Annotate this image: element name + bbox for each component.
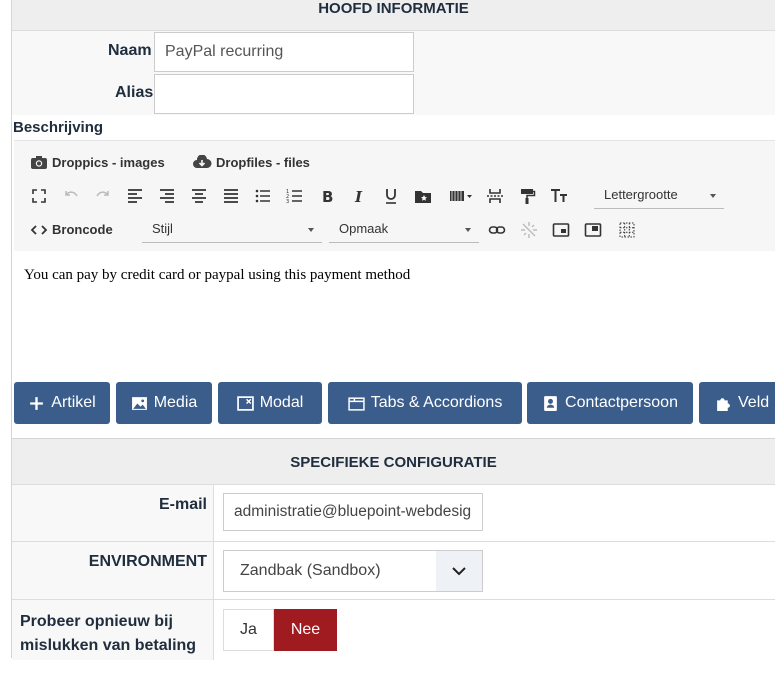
field-label: Veld <box>738 394 770 411</box>
name-input[interactable] <box>154 32 414 72</box>
email-label: E-mail <box>158 496 207 513</box>
name-label: Naam <box>108 42 152 59</box>
source-code-label: Broncode <box>52 222 113 237</box>
toggle-no-button[interactable]: Nee <box>274 609 337 651</box>
section-title: SPECIFIEKE CONFIGURATIE <box>290 454 497 471</box>
retry-row: Probeer opnieuw bij mislukken van betali… <box>12 600 775 660</box>
chevron-down-icon <box>710 194 716 198</box>
style-select[interactable]: Stijl <box>142 217 322 243</box>
section-header-specific-config: SPECIFIEKE CONFIGURATIE <box>12 439 775 485</box>
chevron-down-icon <box>436 551 482 591</box>
contact-label: Contactpersoon <box>565 394 678 411</box>
environment-label: ENVIRONMENT <box>88 553 207 570</box>
style-placeholder: Stijl <box>152 221 173 236</box>
droppics-label: Droppics - images <box>52 155 165 170</box>
contact-button[interactable]: Contactpersoon <box>527 382 693 424</box>
media-label: Media <box>153 394 198 411</box>
description-label: Beschrijving <box>13 119 104 136</box>
email-row: E-mail <box>12 485 775 542</box>
editor-toolbar: Droppics - images Dropfiles - files 1 2 … <box>14 141 775 251</box>
numbered-list-icon[interactable]: 123 <box>284 185 306 207</box>
modal-window-icon <box>236 395 254 411</box>
table-icon[interactable] <box>616 219 638 241</box>
chevron-down-icon <box>308 228 314 232</box>
alias-label: Alias <box>115 84 154 101</box>
page: HOOFD INFORMATIE Naam Alias Beschrijving… <box>0 0 775 677</box>
fullscreen-icon[interactable] <box>28 185 50 207</box>
camera-icon <box>31 156 47 169</box>
format-select[interactable]: Opmaak <box>329 217 479 243</box>
retry-label-line1: Probeer opnieuw bij <box>20 613 173 630</box>
svg-text:B: B <box>322 188 333 205</box>
section-title: HOOFD INFORMATIE <box>318 0 469 17</box>
plus-icon <box>30 396 44 410</box>
contact-card-icon <box>544 395 557 411</box>
unlink-icon[interactable] <box>518 219 540 241</box>
folder-star-icon[interactable] <box>412 185 434 207</box>
rich-text-editor: Droppics - images Dropfiles - files 1 2 … <box>14 140 775 352</box>
code-icon <box>30 224 48 235</box>
italic-icon[interactable]: I <box>348 185 370 207</box>
environment-select[interactable]: Zandbak (Sandbox) <box>223 550 483 592</box>
modal-label: Modal <box>259 394 304 411</box>
align-right-icon[interactable] <box>156 185 178 207</box>
font-size-placeholder: Lettergrootte <box>604 187 678 202</box>
image-icon <box>131 396 147 410</box>
retry-toggle: Ja Nee <box>223 609 337 651</box>
image-insert-icon[interactable] <box>550 219 572 241</box>
redo-icon[interactable] <box>92 185 114 207</box>
retry-label-line2: mislukken van betaling <box>20 637 197 654</box>
dropfiles-button[interactable]: Dropfiles - files <box>192 155 310 170</box>
chevron-down-icon <box>465 228 471 232</box>
tabs-accordions-label: Tabs & Accordions <box>370 394 503 411</box>
modal-button[interactable]: Modal <box>218 382 322 424</box>
undo-icon[interactable] <box>60 185 82 207</box>
retry-label: Probeer opnieuw bij mislukken van betali… <box>20 610 196 658</box>
media-button[interactable]: Media <box>116 382 212 424</box>
field-button[interactable]: Veld <box>699 382 775 424</box>
alias-input[interactable] <box>154 74 414 114</box>
bold-icon[interactable]: B <box>316 185 338 207</box>
align-center-icon[interactable] <box>188 185 210 207</box>
editor-content[interactable]: You can pay by credit card or paypal usi… <box>14 251 775 351</box>
add-article-button[interactable]: Artikel <box>14 382 110 424</box>
puzzle-icon <box>717 397 730 411</box>
section-header-main-info: HOOFD INFORMATIE <box>12 0 775 31</box>
text-size-icon[interactable] <box>548 185 570 207</box>
link-icon[interactable] <box>486 219 508 241</box>
add-article-label: Artikel <box>51 394 96 411</box>
svg-text:I: I <box>354 188 363 205</box>
dropfiles-label: Dropfiles - files <box>216 155 310 170</box>
align-justify-icon[interactable] <box>220 185 242 207</box>
toggle-yes-button[interactable]: Ja <box>223 609 274 651</box>
format-painter-icon[interactable] <box>516 185 538 207</box>
font-size-select[interactable]: Lettergrootte <box>594 183 724 209</box>
specific-config-section: SPECIFIEKE CONFIGURATIE E-mail ENVIRONME… <box>11 438 775 660</box>
align-left-icon[interactable] <box>124 185 146 207</box>
toggle-no-label: Nee <box>290 621 321 638</box>
svg-text:3: 3 <box>286 199 289 205</box>
underline-icon[interactable] <box>380 185 402 207</box>
tabs-icon <box>348 396 365 411</box>
tabs-accordions-button[interactable]: Tabs & Accordions <box>328 382 522 424</box>
email-input[interactable] <box>223 493 483 531</box>
environment-value: Zandbak (Sandbox) <box>240 562 381 579</box>
source-code-button[interactable]: Broncode <box>30 222 113 237</box>
toggle-yes-label: Ja <box>240 621 257 638</box>
format-placeholder: Opmaak <box>339 221 389 236</box>
bullet-list-icon[interactable] <box>252 185 274 207</box>
editor-text: You can pay by credit card or paypal usi… <box>24 267 411 283</box>
media-dropdown-icon[interactable] <box>446 185 476 207</box>
droppics-button[interactable]: Droppics - images <box>30 155 165 170</box>
environment-row: ENVIRONMENT Zandbak (Sandbox) <box>12 542 775 600</box>
cloud-download-icon <box>193 155 212 168</box>
embed-insert-icon[interactable] <box>582 219 604 241</box>
page-break-icon[interactable] <box>484 185 506 207</box>
